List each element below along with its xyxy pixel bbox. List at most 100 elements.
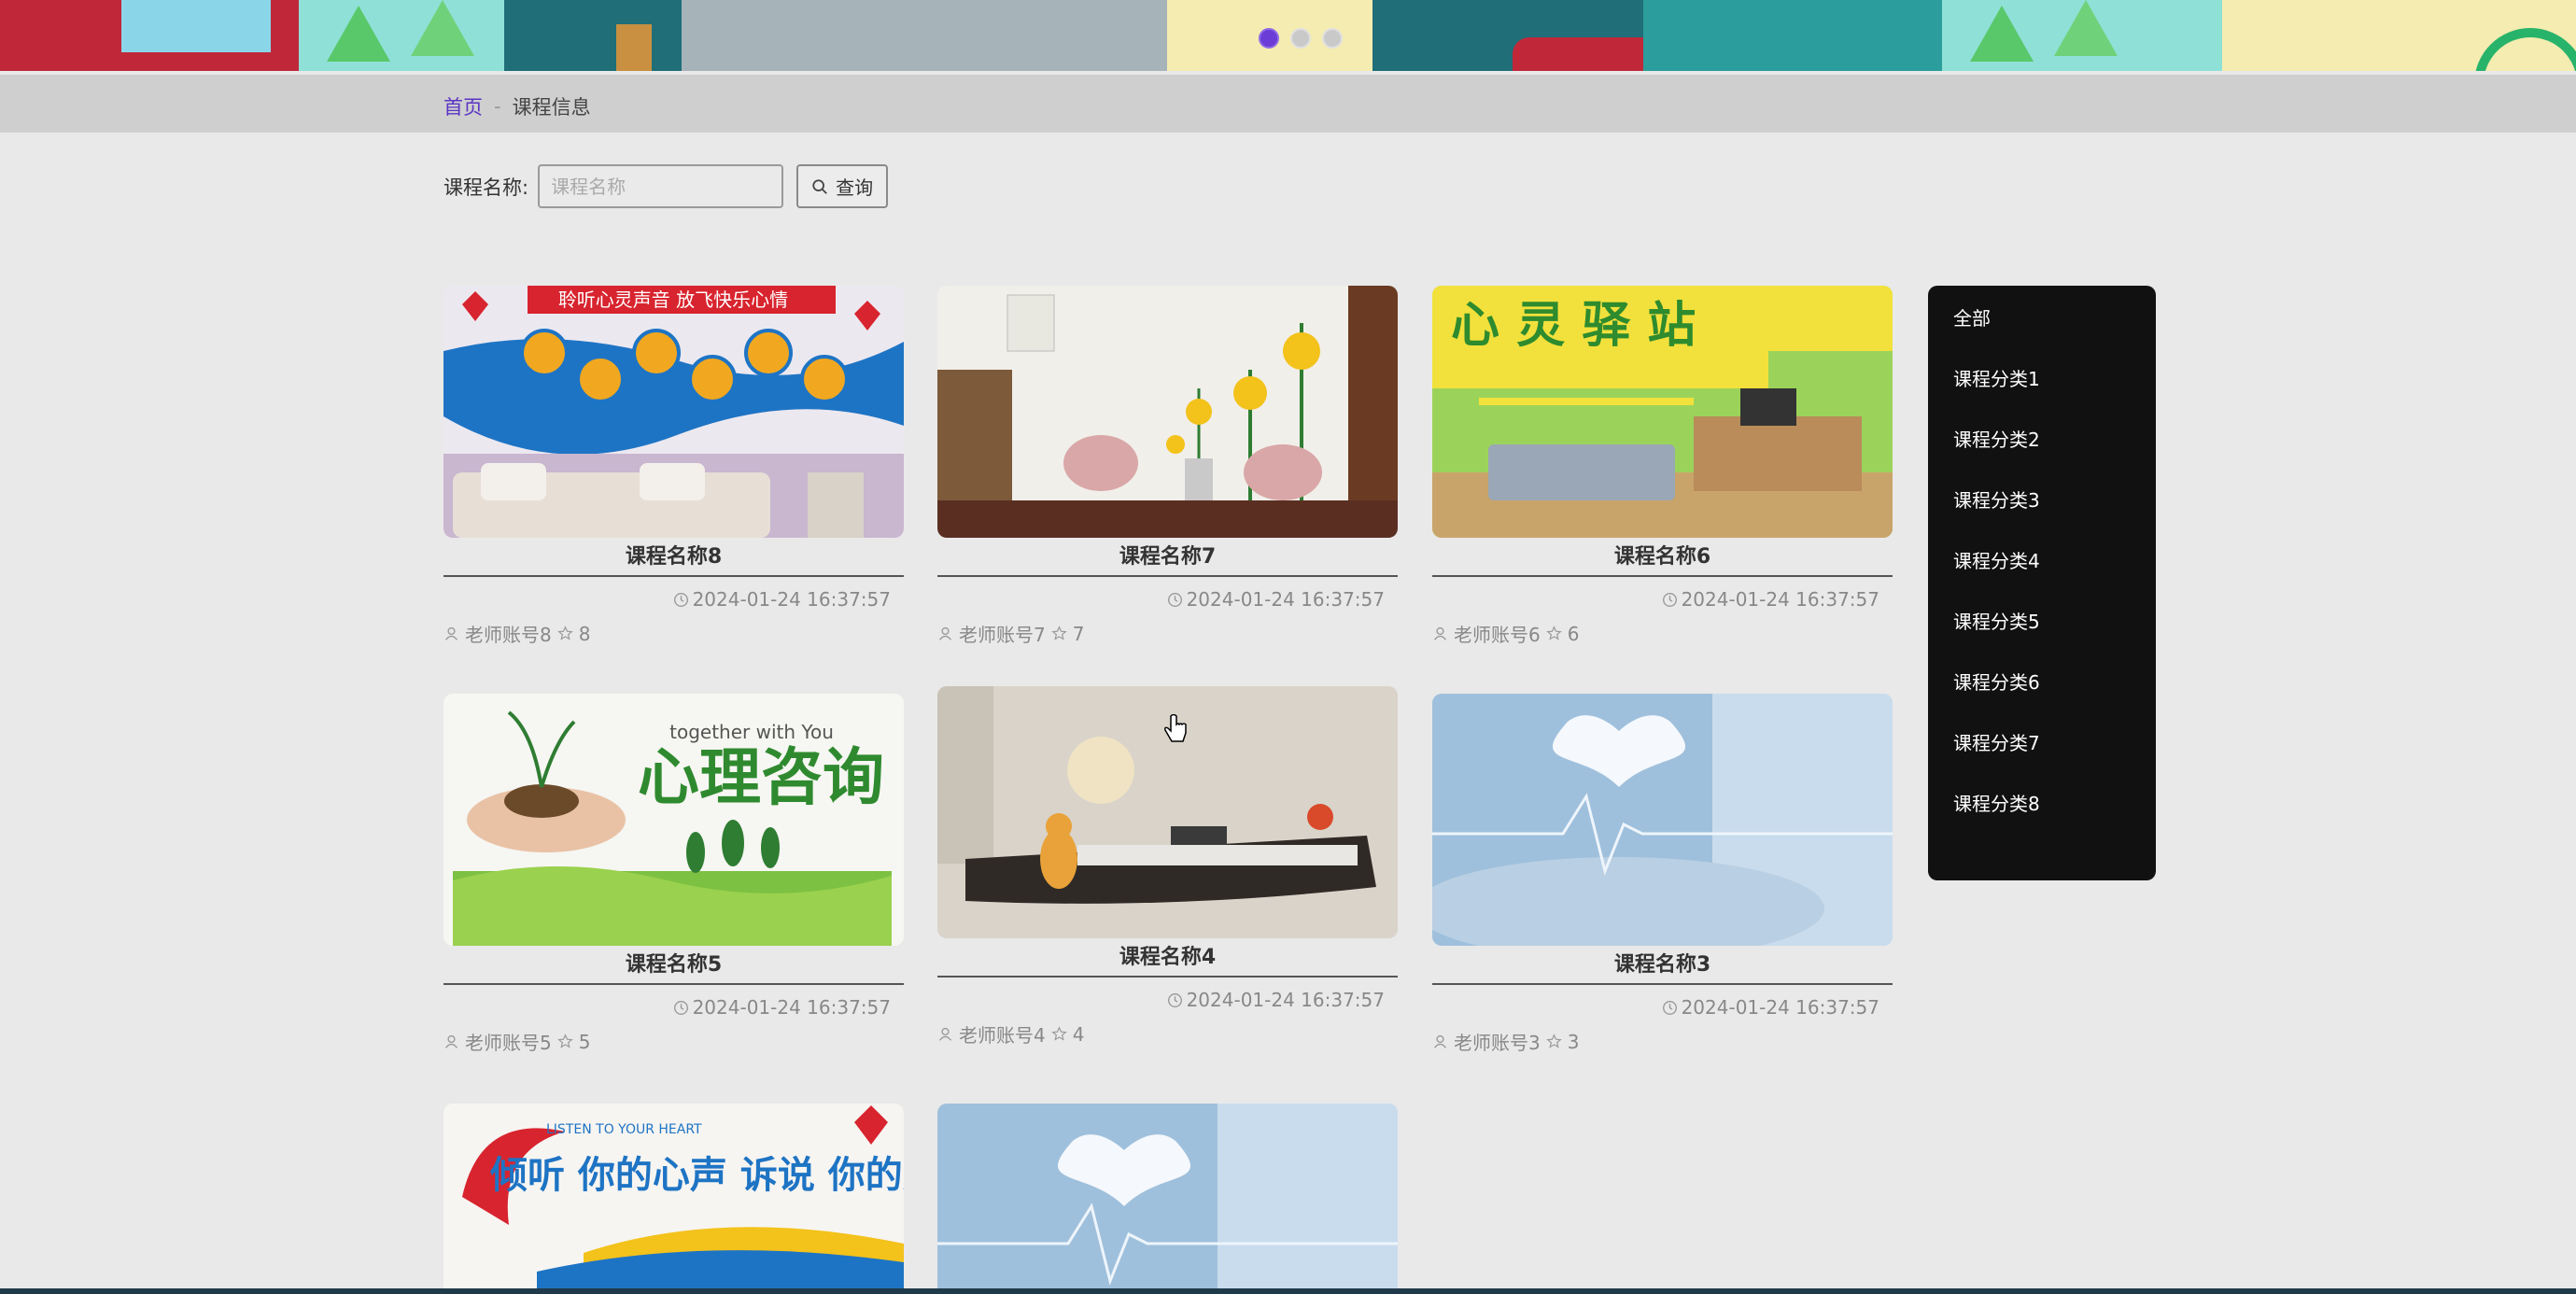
svg-text:聆听心灵声音 放飞快乐心情: 聆听心灵声音 放飞快乐心情: [558, 288, 788, 311]
course-meta: 老师账号8 8: [443, 620, 904, 647]
course-title[interactable]: 课程名称8: [443, 538, 904, 577]
clock-icon: [1167, 592, 1182, 607]
course-teacher: 老师账号7: [959, 624, 1046, 646]
category-item[interactable]: 课程分类3: [1928, 486, 2156, 547]
carousel-dot[interactable]: [1322, 28, 1343, 49]
course-card[interactable]: LISTEN TO YOUR HEART 倾听 你的心声 诉说 你的烦恼: [443, 1104, 904, 1288]
carousel-dot[interactable]: [1290, 28, 1311, 49]
clock-icon: [1662, 1000, 1677, 1015]
category-item[interactable]: 课程分类5: [1928, 608, 2156, 668]
course-image[interactable]: 聆听心灵声音 放飞快乐心情: [443, 286, 904, 538]
breadcrumb-home-link[interactable]: 首页: [443, 92, 483, 120]
course-time: 2024-01-24 16:37:57: [937, 989, 1398, 1011]
course-teacher: 老师账号8: [465, 624, 552, 646]
banner-window: [121, 0, 271, 52]
category-item[interactable]: 课程分类8: [1928, 790, 2156, 851]
category-item[interactable]: 课程分类2: [1928, 426, 2156, 486]
course-card[interactable]: 课程名称3 2024-01-24 16:37:57 老师账号3 3: [1432, 694, 1893, 1055]
course-title[interactable]: 课程名称6: [1432, 538, 1893, 577]
course-image[interactable]: [937, 1104, 1398, 1288]
course-likes: 6: [1567, 622, 1580, 645]
breadcrumb-current: 课程信息: [512, 96, 591, 119]
star-icon: [1545, 626, 1562, 640]
course-time-value: 2024-01-24 16:37:57: [1186, 989, 1385, 1011]
svg-text:倾听 你的心声 诉说 你的烦恼: 倾听 你的心声 诉说 你的烦恼: [489, 1154, 904, 1197]
course-likes: 8: [578, 622, 591, 645]
course-name-input[interactable]: [538, 164, 784, 208]
clock-icon: [673, 1000, 688, 1015]
course-teacher: 老师账号5: [465, 1032, 552, 1054]
course-title[interactable]: 课程名称5: [443, 946, 904, 985]
course-card[interactable]: 课程名称4 2024-01-24 16:37:57 老师账号4 4: [937, 686, 1398, 1048]
course-title[interactable]: 课程名称3: [1432, 946, 1893, 985]
course-time-value: 2024-01-24 16:37:57: [692, 588, 891, 611]
course-time: 2024-01-24 16:37:57: [937, 588, 1398, 611]
banner-tree: [327, 6, 390, 62]
carousel-dot[interactable]: [1259, 28, 1279, 49]
course-card[interactable]: 聆听心灵声音 放飞快乐心情 课程名称8 2024-01-24 16:37:57 …: [443, 286, 904, 647]
course-teacher: 老师账号3: [1454, 1032, 1541, 1054]
breadcrumb: 首页 - 课程信息: [443, 92, 591, 120]
banner-tree: [2054, 0, 2118, 56]
course-image[interactable]: LISTEN TO YOUR HEART 倾听 你的心声 诉说 你的烦恼: [443, 1104, 904, 1288]
course-time-value: 2024-01-24 16:37:57: [692, 996, 891, 1019]
course-time: 2024-01-24 16:37:57: [1432, 588, 1893, 611]
banner-building: [1643, 0, 1942, 71]
course-image[interactable]: together with You 心理咨询: [443, 694, 904, 946]
breadcrumb-bar: 首页 - 课程信息: [0, 75, 2576, 133]
category-item[interactable]: 课程分类1: [1928, 365, 2156, 426]
user-icon: [445, 1034, 457, 1048]
user-icon: [939, 1027, 951, 1041]
course-image-art: 聆听心灵声音 放飞快乐心情: [443, 286, 904, 538]
category-item[interactable]: 课程分类6: [1928, 668, 2156, 729]
course-image-art: LISTEN TO YOUR HEART 倾听 你的心声 诉说 你的烦恼: [443, 1104, 904, 1288]
course-likes: 5: [578, 1030, 591, 1053]
category-item[interactable]: 课程分类4: [1928, 547, 2156, 608]
course-time: 2024-01-24 16:37:57: [443, 588, 904, 611]
course-meta: 老师账号3 3: [1432, 1028, 1893, 1055]
course-image[interactable]: [937, 686, 1398, 938]
course-time-value: 2024-01-24 16:37:57: [1681, 588, 1879, 611]
breadcrumb-separator: -: [494, 95, 501, 118]
category-item[interactable]: 课程分类7: [1928, 729, 2156, 790]
banner-door: [616, 24, 652, 71]
course-title[interactable]: 课程名称7: [937, 538, 1398, 577]
clock-icon: [1662, 592, 1677, 607]
course-card[interactable]: 课程名称7 2024-01-24 16:37:57 老师账号7 7: [937, 286, 1398, 647]
star-icon: [556, 626, 573, 640]
course-likes: 7: [1072, 622, 1085, 645]
course-teacher: 老师账号4: [959, 1024, 1046, 1047]
star-icon: [1050, 626, 1067, 640]
hand-cursor-icon: [1164, 714, 1187, 742]
svg-text:心 灵 驿 站: 心 灵 驿 站: [1451, 298, 1696, 354]
banner-tree: [411, 0, 474, 56]
course-image[interactable]: [1432, 694, 1893, 946]
svg-text:together with You: together with You: [669, 721, 834, 743]
course-meta: 老师账号6 6: [1432, 620, 1893, 647]
course-title[interactable]: 课程名称4: [937, 938, 1398, 978]
search-label: 课程名称:: [443, 176, 529, 199]
bottom-edge: [0, 1288, 2576, 1294]
course-image-art: [1432, 694, 1893, 946]
search-button[interactable]: 查询: [796, 164, 889, 208]
banner-building: [504, 0, 682, 71]
course-image[interactable]: 心 灵 驿 站: [1432, 286, 1893, 538]
search-button-label: 查询: [836, 176, 874, 199]
course-card[interactable]: together with You 心理咨询 课程名称5 2024-01-24 …: [443, 694, 904, 1055]
course-meta: 老师账号4 4: [937, 1020, 1398, 1048]
star-icon: [1545, 1034, 1562, 1048]
course-time-value: 2024-01-24 16:37:57: [1186, 588, 1385, 611]
course-card[interactable]: 心 灵 驿 站 课程名称6 2024-01-24 16:37:57 老师账号6 …: [1432, 286, 1893, 647]
course-image-art: [937, 286, 1398, 538]
category-sidebar: 全部 课程分类1 课程分类2 课程分类3 课程分类4 课程分类5 课程分类6 课…: [1928, 286, 2156, 880]
clock-icon: [1167, 992, 1182, 1007]
course-likes: 3: [1567, 1030, 1580, 1053]
course-meta: 老师账号7 7: [937, 620, 1398, 647]
banner-carousel[interactable]: [0, 0, 2576, 71]
course-image[interactable]: [937, 286, 1398, 538]
course-teacher: 老师账号6: [1454, 624, 1541, 646]
course-time: 2024-01-24 16:37:57: [1432, 996, 1893, 1019]
course-card[interactable]: [937, 1104, 1398, 1288]
carousel-dots: [1259, 28, 1343, 49]
category-item-all[interactable]: 全部: [1928, 304, 2156, 365]
